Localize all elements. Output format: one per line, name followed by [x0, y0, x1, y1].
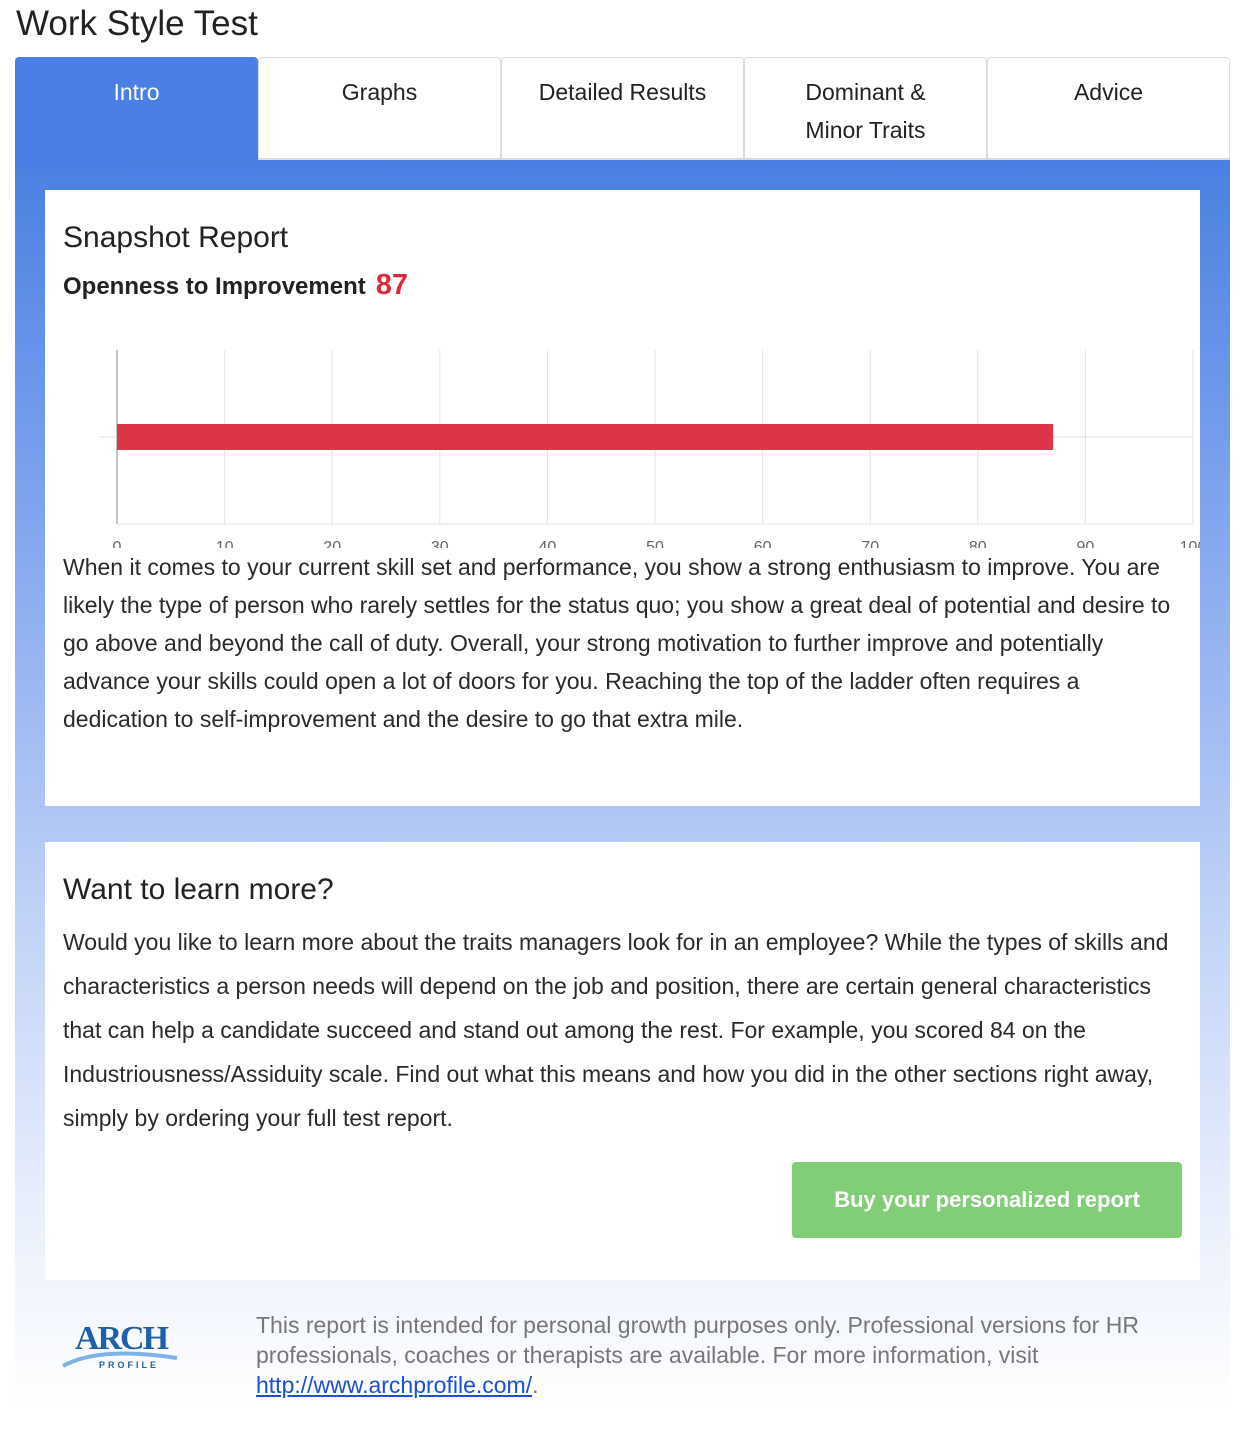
x-tick-label: 70 — [861, 539, 879, 548]
trait-line: Openness to Improvement 87 — [63, 270, 1182, 302]
tab-intro[interactable]: Intro — [15, 57, 258, 160]
logo-subtext: PROFILE — [99, 1360, 159, 1370]
trait-chart: 0 10 20 30 40 50 60 70 80 90 100 — [45, 338, 1206, 556]
x-tick-label: 30 — [431, 539, 449, 548]
learn-text: Would you like to learn more about the t… — [63, 929, 1169, 1131]
arch-profile-logo: ARCH PROFILE — [62, 1320, 178, 1370]
footer-disclaimer: This report is intended for personal gro… — [256, 1312, 1139, 1368]
page-title: Work Style Test — [16, 4, 258, 43]
x-tick-label: 40 — [539, 539, 557, 548]
trait-score: 87 — [375, 269, 408, 301]
tab-dominant-minor-traits[interactable]: Dominant & Minor Traits — [744, 57, 987, 160]
snapshot-heading: Snapshot Report — [63, 221, 289, 254]
tab-advice[interactable]: Advice — [987, 57, 1230, 160]
learn-heading: Want to learn more? — [63, 873, 334, 906]
tab-graphs[interactable]: Graphs — [258, 57, 501, 160]
archprofile-link[interactable]: http://www.archprofile.com/ — [256, 1372, 532, 1398]
x-tick-label: 0 — [113, 539, 122, 548]
bar — [117, 424, 1054, 450]
x-tick-label: 80 — [969, 539, 987, 548]
footer-text: This report is intended for personal gro… — [256, 1310, 1206, 1400]
footer-trailing: . — [532, 1372, 539, 1398]
x-tick-label: 10 — [216, 539, 234, 548]
x-tick-label: 60 — [754, 539, 772, 548]
x-tick-label: 50 — [646, 539, 664, 548]
snapshot-card: Snapshot Report Openness to Improvement 8… — [45, 190, 1206, 806]
x-tick-label: 20 — [323, 539, 341, 548]
footer: ARCH PROFILE This report is intended for… — [15, 1296, 1230, 1406]
learn-more-card: Want to learn more? Would you like to le… — [45, 842, 1200, 1280]
x-tick-label: 100 — [1180, 539, 1200, 548]
content-panel: Snapshot Report Openness to Improvement 8… — [15, 160, 1230, 1410]
tab-detailed-results[interactable]: Detailed Results — [501, 57, 744, 160]
buy-report-button[interactable]: Buy your personalized report — [792, 1162, 1182, 1238]
trait-description: When it comes to your current skill set … — [63, 554, 1171, 732]
trait-label: Openness to Improvement — [63, 273, 366, 300]
tab-bar: Intro Graphs Detailed Results Dominant &… — [15, 57, 1230, 160]
logo-text: ARCH — [75, 1320, 169, 1357]
trait-bar-chart: 0 10 20 30 40 50 60 70 80 90 100 — [99, 350, 1206, 556]
x-tick-label: 90 — [1077, 539, 1095, 548]
